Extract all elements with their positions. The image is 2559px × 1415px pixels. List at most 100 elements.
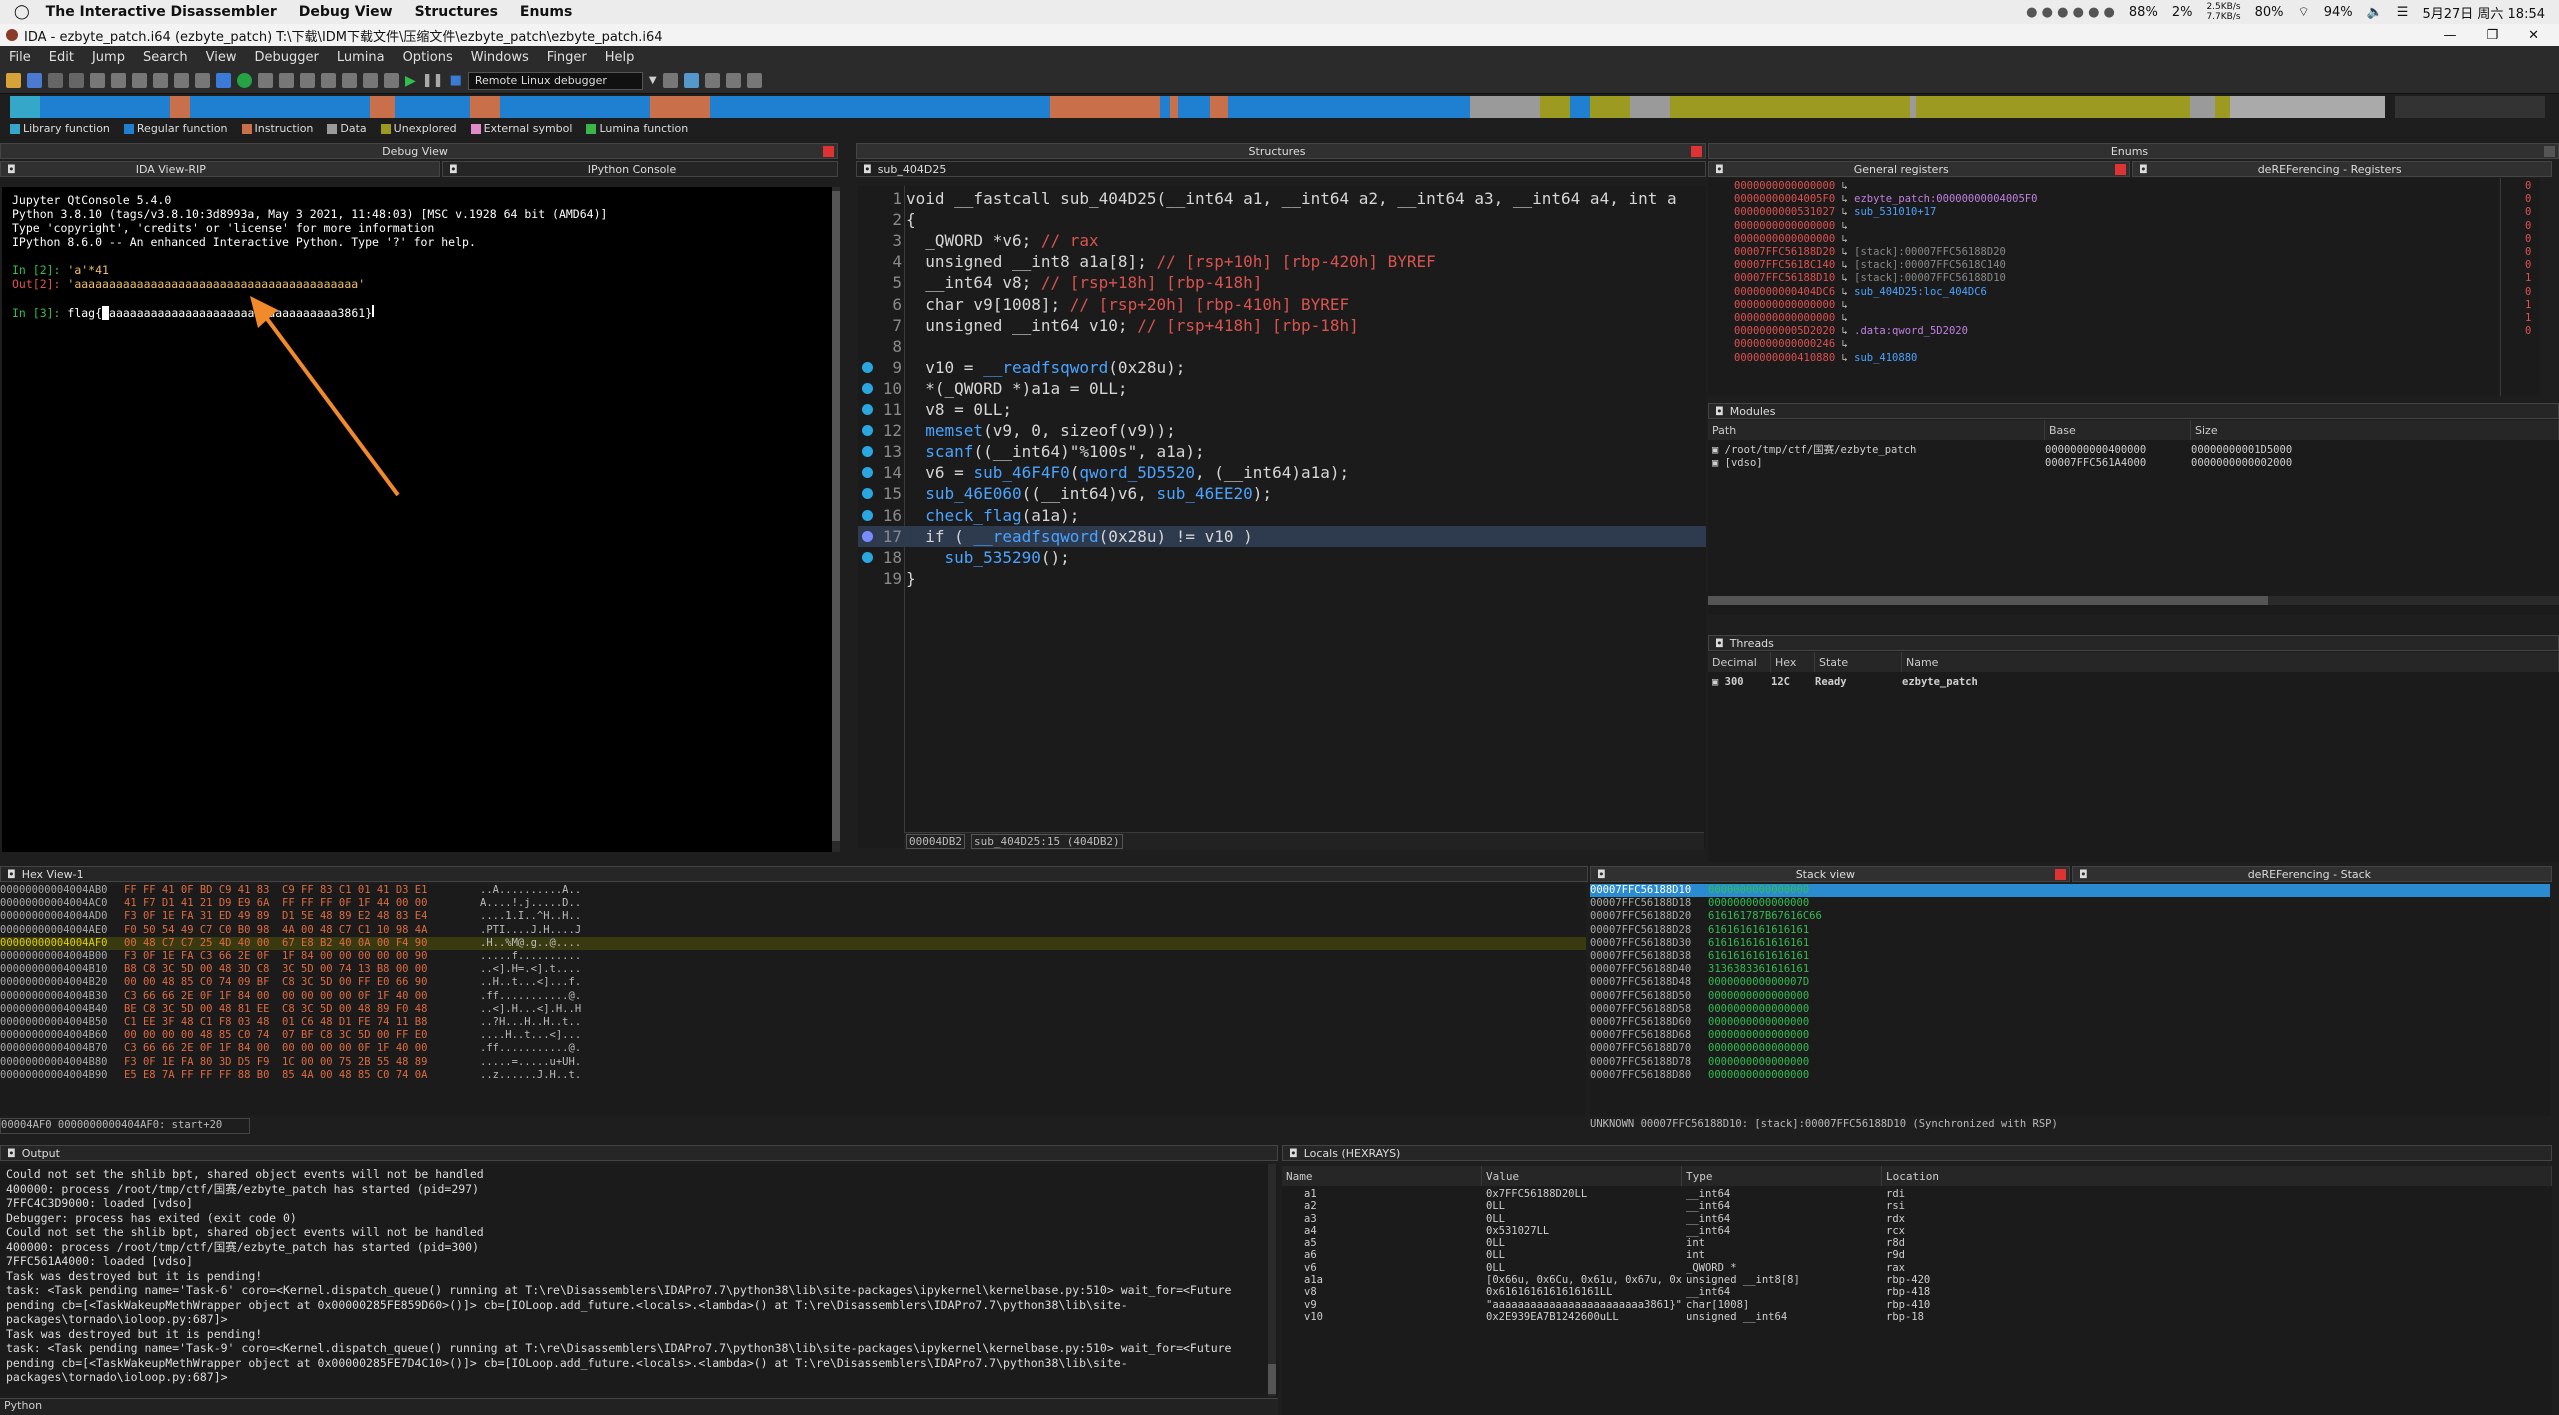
locals-view[interactable]: Name Value Type Location a1 0x7FFC56188D2… [1282,1166,2552,1415]
menu-jump[interactable]: Jump [83,50,134,65]
stack-view[interactable]: 00007FFC56188D10 0000000000000000 00007FFC… [1590,884,2550,1116]
stack-row[interactable]: 00007FFC56188D30 6161616161616161 [1590,937,2550,950]
menu-file[interactable]: File [0,50,40,65]
python-prompt[interactable]: Python [0,1398,1278,1415]
structures-header[interactable]: Structures [856,143,1706,159]
menu-debugger[interactable]: Debugger [245,50,327,65]
hex-row[interactable]: 00000000004004B80 F3 0F 1E FA 80 3D D5 F9… [0,1056,1586,1069]
tab-general-registers[interactable]: ◘ General registers [1708,161,2130,177]
hex-row[interactable]: 00000000004004AC0 41 F7 D1 41 21 D9 E9 6A… [0,897,1586,910]
mac-menu-debug-view[interactable]: Debug View [299,4,393,20]
minimize-icon[interactable]: — [2443,28,2456,43]
output-view[interactable]: Could not set the shlib bpt, shared obje… [0,1164,1278,1396]
thread-row[interactable]: ▣ 300 12C Ready ezbyte_patch [1708,672,2559,688]
hex-row[interactable]: 00000000004004B10 B8 C8 3C 5D 00 48 3D C8… [0,963,1586,976]
code-line[interactable]: 1 void __fastcall sub_404D25(__int64 a1, … [858,188,1706,209]
local-row[interactable]: a4 0x531027LL __int64 rcx [1282,1225,2552,1237]
menu-windows[interactable]: Windows [462,50,538,65]
hex-row[interactable]: 00000000004004AF0 00 48 C7 C7 25 4D 40 00… [0,936,1586,951]
app-name[interactable]: The Interactive Disassembler [46,4,277,20]
stack-row[interactable]: 00007FFC56188D70 0000000000000000 [1590,1042,2550,1055]
stack-row[interactable]: 00007FFC56188D80 0000000000000000 [1590,1069,2550,1082]
stack-row[interactable]: 00007FFC56188D18 0000000000000000 [1590,897,2550,910]
stack-row[interactable]: 00007FFC56188D58 0000000000000000 [1590,1003,2550,1016]
tool-icon[interactable] [384,73,399,88]
modules-hscrollbar[interactable] [1708,596,2559,605]
code-line[interactable]: 9 v10 = __readfsqword(0x28u); [858,357,1706,378]
chevron-down-icon[interactable]: ▼ [649,75,657,86]
tool-icon[interactable] [725,73,741,88]
column-header[interactable]: Size [2191,420,2559,440]
stack-row[interactable]: 00007FFC56188D78 0000000000000000 [1590,1056,2550,1069]
modules-header[interactable]: ◘ Modules [1708,403,2559,419]
close-icon[interactable] [823,145,834,157]
control-center-icon[interactable]: ☰ [2397,5,2409,20]
output-header[interactable]: ◘ Output [0,1145,1278,1161]
mac-menu-enums[interactable]: Enums [520,4,572,20]
column-header[interactable]: Base [2045,420,2191,440]
code-line[interactable]: 12 memset(v9, 0, sizeof(v9)); [858,420,1706,441]
register-row[interactable]: 0000000000000000 ↳ [1734,233,2498,246]
menu-help[interactable]: Help [596,50,644,65]
tool-icon[interactable] [662,73,678,88]
tool-icon[interactable] [321,73,336,88]
mac-menu-structures[interactable]: Structures [415,4,498,20]
code-line[interactable]: 2{ [858,209,1706,230]
debug-view-header[interactable]: Debug View [0,143,838,159]
menu-finger[interactable]: Finger [538,50,596,65]
close-icon[interactable] [2544,145,2555,157]
hex-row[interactable]: 00000000004004AE0 F0 50 54 49 C7 C0 B0 98… [0,924,1586,937]
hex-row[interactable]: 00000000004004B40 BE C8 3C 5D 00 48 81 EE… [0,1003,1586,1016]
local-row[interactable]: a1a [0x66u, 0x6Cu, 0x61u, 0x67u, 0x7Bu… un… [1282,1274,2552,1286]
hex-row[interactable]: 00000000004004B70 C3 66 66 2E 0F 1F 84 00… [0,1042,1586,1055]
code-line[interactable]: 14 v6 = sub_46F4F0(qword_5D5520, (__int6… [858,462,1706,483]
code-line[interactable]: 3 _QWORD *v6; // rax [858,230,1706,251]
tool-icon[interactable] [90,73,105,88]
close-icon[interactable] [2115,163,2126,175]
stack-row[interactable]: 00007FFC56188D48 000000000000007D [1590,976,2550,989]
register-row[interactable]: 0000000000000246 ↳ [1734,338,2498,351]
close-icon[interactable] [2055,868,2066,880]
local-row[interactable]: v10 0x2E939EA7B1242600uLL unsigned __int64… [1282,1311,2552,1323]
pseudocode-view[interactable]: 1 void __fastcall sub_404D25(__int64 a1, … [858,186,1706,848]
tool-icon[interactable] [258,73,273,88]
wifi-icon[interactable]: ⌔ [2297,4,2309,20]
menu-edit[interactable]: Edit [40,50,83,65]
close-icon[interactable] [1691,145,1702,157]
maximize-icon[interactable]: ❐ [2486,28,2498,43]
tab-deref-stack[interactable]: ◘ deREFerencing - Stack [2072,866,2552,882]
console-scrollbar[interactable] [832,187,840,852]
code-line[interactable]: 13 scanf((__int64)"%100s", a1a); [858,441,1706,462]
stack-row[interactable]: 00007FFC56188D50 0000000000000000 [1590,990,2550,1003]
tab-ipython-console[interactable]: ◘ IPython Console [442,161,838,177]
code-line[interactable]: 18 sub_535290(); [858,547,1706,568]
tab-deref-registers[interactable]: ◘ deREFerencing - Registers [2132,161,2552,177]
tool-icon[interactable] [704,73,720,88]
local-row[interactable]: a6 0LL int r9d [1282,1249,2552,1261]
debugger-select[interactable]: Remote Linux debugger [467,71,643,90]
menu-view[interactable]: View [197,50,246,65]
tool-icon[interactable] [300,73,315,88]
navigation-band[interactable] [10,96,2385,118]
hex-row[interactable]: 00000000004004B00 F3 0F 1E FA C3 66 2E 0F… [0,950,1586,963]
code-line[interactable]: 10 *(_QWORD *)a1a = 0LL; [858,378,1706,399]
pause-icon[interactable]: ❚❚ [422,73,444,88]
stop-icon[interactable]: ■ [450,73,462,88]
code-line[interactable]: 5 __int64 v8; // [rsp+18h] [rbp-418h] [858,272,1706,293]
local-row[interactable]: a5 0LL int r8d [1282,1237,2552,1249]
column-header[interactable]: Name [1902,652,2559,672]
menu-search[interactable]: Search [134,50,197,65]
tool-icon[interactable] [174,73,189,88]
hex-row[interactable]: 00000000004004B90 E5 E8 7A FF FF FF 88 B0… [0,1069,1586,1082]
tab-stack-view[interactable]: ◘ Stack view [1590,866,2070,882]
column-header[interactable]: Path [1708,420,2045,440]
tool-icon[interactable] [363,73,378,88]
local-row[interactable]: v9 "aaaaaaaaaaaaaaaaaaaaaaaa3861}" char[10… [1282,1299,2552,1311]
register-row[interactable]: 0000000000404DC6 ↳ sub_404D25:loc_404DC6 [1734,286,2498,299]
apple-icon[interactable]: ◯ [14,4,30,20]
menu-options[interactable]: Options [394,50,462,65]
register-row[interactable]: 0000000000000000 ↳ [1734,312,2498,325]
column-header[interactable]: Decimal [1708,652,1771,672]
enums-header[interactable]: Enums [1708,143,2559,159]
flags-view[interactable]: 000000010110 [2500,178,2540,396]
